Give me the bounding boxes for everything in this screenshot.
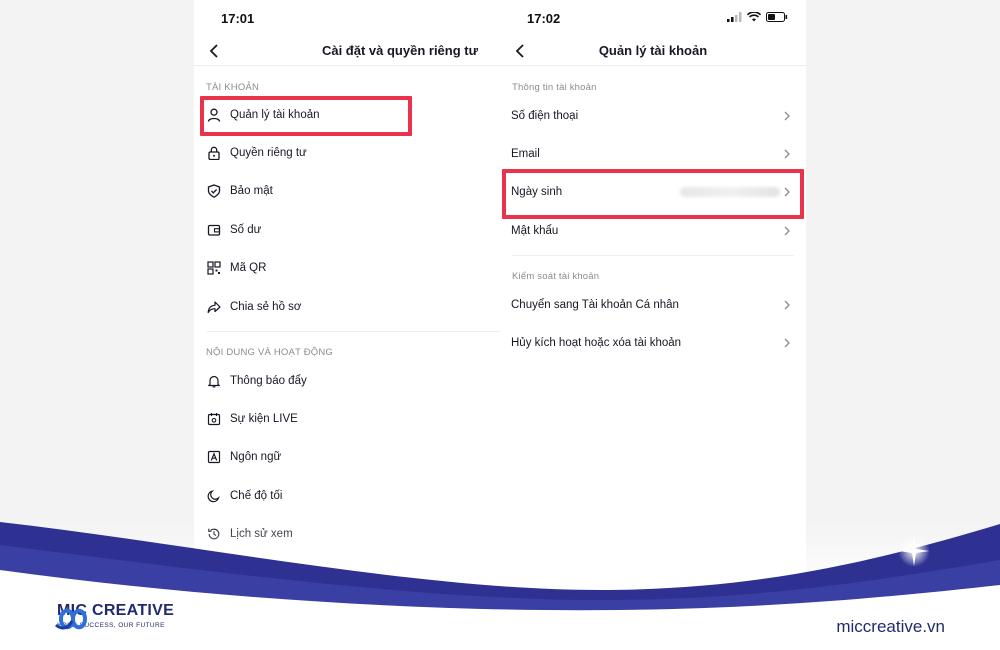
infinity-logo-icon (55, 608, 88, 630)
menu-item-label: Email (511, 148, 540, 160)
bell-icon (208, 375, 220, 388)
status-bar: 17:02 (500, 0, 806, 36)
mic-creative-logo: MIC CREATIVE YOUR SUCCESS, OUR FUTURE (53, 602, 174, 630)
chevron-right-icon (784, 226, 790, 236)
signal-icon (727, 12, 742, 22)
share-icon (207, 301, 221, 314)
website-link[interactable]: miccreative.vn (836, 617, 945, 637)
shield-icon (207, 184, 221, 198)
menu-item-label: Mật khẩu (511, 225, 559, 237)
page-title: Quản lý tài khoản (598, 43, 708, 58)
menu-item-label: Hủy kích hoạt hoặc xóa tài khoản (511, 337, 682, 349)
menu-item-switch-to-personal[interactable]: Chuyển sang Tài khoản Cá nhân (500, 288, 806, 322)
battery-icon (766, 12, 788, 22)
highlight-box (502, 169, 804, 219)
chevron-right-icon (784, 300, 790, 310)
menu-item-deactivate-delete[interactable]: Hủy kích hoạt hoặc xóa tài khoản (500, 326, 806, 360)
menu-item-email[interactable]: Email (500, 137, 806, 171)
history-icon (208, 528, 220, 540)
menu-item-password[interactable]: Mật khẩu (500, 214, 806, 248)
language-icon (207, 450, 221, 464)
section-label-account: TÀI KHOẢN (206, 82, 260, 93)
section-label-account-info: Thông tin tài khoản (512, 82, 597, 93)
section-divider (512, 255, 794, 256)
qr-code-icon (207, 261, 221, 275)
nav-bar: Quản lý tài khoản (500, 36, 806, 66)
menu-item-label: Chuyển sang Tài khoản Cá nhân (511, 299, 679, 311)
menu-item-label: Số điện thoại (511, 110, 579, 122)
calendar-live-icon (207, 413, 221, 426)
highlight-box (200, 96, 412, 136)
menu-item-phone-number[interactable]: Số điện thoại (500, 99, 806, 133)
chevron-right-icon (784, 111, 790, 121)
account-management-screen: 17:02 Quản lý tài khoản Thông tin tài kh… (500, 0, 806, 650)
wallet-icon (207, 224, 221, 236)
lock-icon (208, 146, 220, 160)
section-label-account-control: Kiểm soát tài khoản (512, 271, 600, 282)
chevron-right-icon (784, 149, 790, 159)
wifi-icon (747, 12, 761, 22)
section-label-content: NỘI DUNG VÀ HOẠT ĐỘNG (206, 347, 334, 358)
chevron-right-icon (784, 338, 790, 348)
moon-icon (207, 490, 220, 503)
status-time: 17:02 (527, 11, 561, 26)
status-time: 17:01 (221, 11, 255, 26)
video-icon (207, 567, 221, 577)
